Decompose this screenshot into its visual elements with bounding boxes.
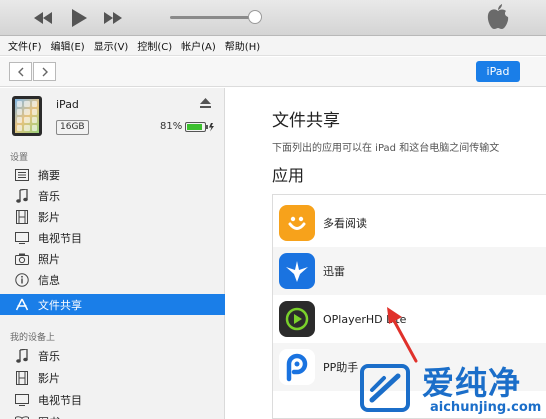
sidebar-item-label: 摘要 xyxy=(38,168,60,182)
sidebar-item-device-tv-shows[interactable]: 电视节目 xyxy=(0,389,225,410)
pp-assistant-icon xyxy=(279,349,315,385)
navigation-bar: iPad xyxy=(0,57,546,87)
sidebar-item-label: 影片 xyxy=(38,210,60,224)
sidebar-item-tv-shows[interactable]: 电视节目 xyxy=(0,227,225,248)
sidebar-item-music[interactable]: 音乐 xyxy=(0,185,225,206)
forward-button[interactable] xyxy=(33,62,56,81)
film-icon xyxy=(14,209,30,225)
summary-icon xyxy=(14,167,30,183)
sidebar-item-label: 照片 xyxy=(38,252,60,266)
device-name: iPad xyxy=(56,98,79,111)
fast-forward-icon[interactable] xyxy=(102,7,124,29)
menu-account[interactable]: 帐户(A) xyxy=(181,38,216,53)
sidebar-item-photos[interactable]: 照片 xyxy=(0,248,225,269)
watermark: 爱纯净 aichunjing.com xyxy=(350,356,546,419)
app-row-xunlei[interactable]: 迅雷 xyxy=(273,247,546,295)
xunlei-icon xyxy=(279,253,315,289)
duokan-icon xyxy=(279,205,315,241)
itunes-window: 文件(F) 编辑(E) 显示(V) 控制(C) 帐户(A) 帮助(H) iPad… xyxy=(0,0,546,419)
device-thumbnail xyxy=(12,96,42,136)
apple-logo-icon xyxy=(486,3,510,34)
battery-charging-icon xyxy=(185,122,215,135)
my-device-section-header: 我的设备上 xyxy=(10,333,56,343)
sidebar-item-label: 电视节目 xyxy=(38,231,82,245)
menu-file[interactable]: 文件(F) xyxy=(8,38,42,53)
apps-heading: 应用 xyxy=(272,166,305,185)
oplayer-icon xyxy=(279,301,315,337)
sidebar-item-label: 文件共享 xyxy=(38,298,82,312)
back-button[interactable] xyxy=(9,62,32,81)
app-name: 迅雷 xyxy=(323,265,345,278)
volume-knob[interactable] xyxy=(248,10,262,24)
watermark-text: 爱纯净 xyxy=(422,364,522,402)
camera-icon xyxy=(14,251,30,267)
book-icon xyxy=(14,414,30,419)
sidebar-item-label: 信息 xyxy=(38,273,60,287)
capacity-badge: 16GB xyxy=(56,120,89,135)
sidebar-item-device-books[interactable]: 图书 xyxy=(0,411,225,419)
music-icon xyxy=(14,188,30,204)
menu-edit[interactable]: 编辑(E) xyxy=(51,38,85,53)
menu-bar: 文件(F) 编辑(E) 显示(V) 控制(C) 帐户(A) 帮助(H) xyxy=(0,36,546,56)
rewind-icon[interactable] xyxy=(32,7,54,29)
page-title: 文件共享 xyxy=(272,111,340,131)
battery-percent: 81% xyxy=(160,121,183,132)
sidebar-item-file-sharing[interactable]: 文件共享 xyxy=(0,294,225,315)
tv-icon xyxy=(14,392,30,408)
watermark-logo-icon xyxy=(358,362,414,419)
app-name: 多看阅读 xyxy=(323,217,367,230)
menu-view[interactable]: 显示(V) xyxy=(94,38,129,53)
chevron-left-icon xyxy=(17,67,23,76)
eject-icon[interactable] xyxy=(200,98,211,111)
menu-controls[interactable]: 控制(C) xyxy=(137,38,172,53)
menu-help[interactable]: 帮助(H) xyxy=(225,38,260,53)
sidebar-item-label: 图书 xyxy=(38,414,60,419)
chevron-right-icon xyxy=(42,67,48,76)
sidebar-item-label: 音乐 xyxy=(38,189,60,203)
music-icon xyxy=(14,348,30,364)
sidebar-item-info[interactable]: 信息 xyxy=(0,269,225,290)
sidebar: iPad 16GB 81% 设置 摘要 音乐 影片 电视节目 照片 信息 文件共… xyxy=(0,88,225,419)
sidebar-item-summary[interactable]: 摘要 xyxy=(0,164,225,185)
volume-slider[interactable] xyxy=(170,16,256,19)
sidebar-item-label: 电视节目 xyxy=(38,393,82,407)
app-row-duokan[interactable]: 多看阅读 xyxy=(273,199,546,247)
sidebar-item-movies[interactable]: 影片 xyxy=(0,206,225,227)
play-icon[interactable] xyxy=(68,7,90,29)
player-bar xyxy=(0,0,546,36)
info-icon xyxy=(14,272,30,288)
tv-icon xyxy=(14,230,30,246)
page-description: 下面列出的应用可以在 iPad 和这台电脑之间传输文 xyxy=(272,143,500,154)
sidebar-item-device-music[interactable]: 音乐 xyxy=(0,345,225,366)
film-icon xyxy=(14,370,30,386)
settings-section-header: 设置 xyxy=(10,153,29,163)
device-button[interactable]: iPad xyxy=(476,61,520,82)
app-store-icon xyxy=(14,297,30,313)
watermark-url: aichunjing.com xyxy=(430,400,542,415)
sidebar-item-label: 音乐 xyxy=(38,349,60,363)
sidebar-item-device-movies[interactable]: 影片 xyxy=(0,367,225,388)
sidebar-item-label: 影片 xyxy=(38,371,60,385)
